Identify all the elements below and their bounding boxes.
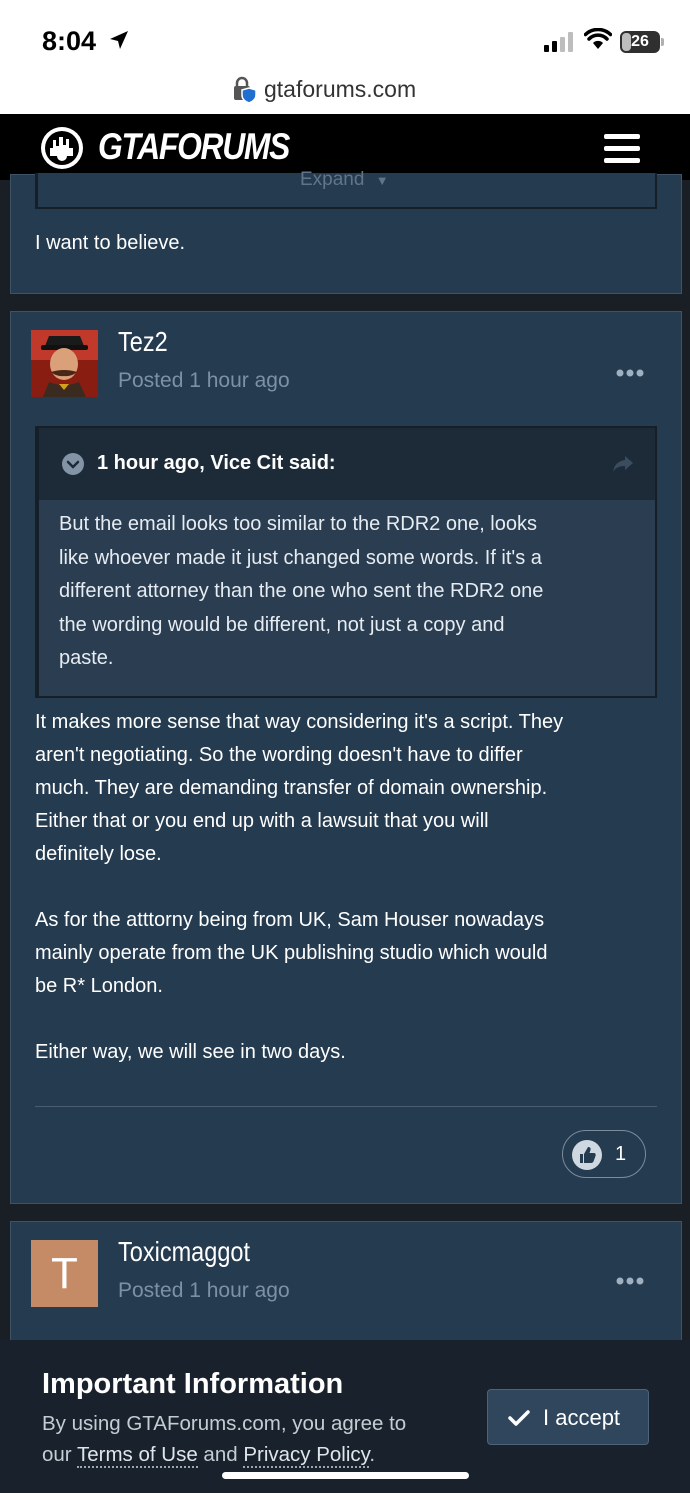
post-username[interactable]: Tez2 <box>118 326 168 358</box>
wifi-icon <box>584 28 612 49</box>
post-date[interactable]: Posted 1 hour ago <box>118 1279 290 1303</box>
cookie-text-line: our Terms of Use and Privacy Policy. <box>42 1439 406 1470</box>
location-arrow-icon <box>110 31 128 49</box>
reaction-count: 1 <box>615 1143 627 1165</box>
cookie-text-prefix: our <box>42 1443 77 1466</box>
post-line: be R* London. <box>35 975 163 997</box>
cookie-text-and: and <box>197 1443 244 1466</box>
quote-line: different attorney than the one who sent… <box>59 580 544 602</box>
quote-line: the wording would be different, not just… <box>59 613 505 636</box>
reaction-button[interactable]: 1 <box>562 1130 646 1178</box>
status-bar: 8:04 26 <box>0 0 690 68</box>
avatar[interactable] <box>31 330 98 397</box>
thumbs-up-icon <box>572 1140 602 1170</box>
cookie-banner: Important Information By using GTAForums… <box>0 1340 690 1493</box>
post-line: mainly operate from the UK publishing st… <box>35 942 548 964</box>
expand-label: Expand <box>300 169 365 190</box>
post-line: definitely lose. <box>35 843 162 865</box>
quote-header: 1 hour ago, Vice Cit said: <box>39 428 655 500</box>
chevron-down-circle-icon[interactable] <box>61 452 85 476</box>
cookie-banner-text: By using GTAForums.com, you agree to our… <box>42 1408 406 1470</box>
quote-collapsed-box: Expand ▼ <box>35 169 657 209</box>
quote-line: paste. <box>59 647 114 669</box>
caret-down-icon: ▼ <box>375 173 389 188</box>
post-body: I want to believe. <box>35 227 185 260</box>
url-text: gtaforums.com <box>264 76 417 102</box>
gtaforums-logo-icon[interactable] <box>38 126 86 170</box>
post-date[interactable]: Posted 1 hour ago <box>118 369 290 393</box>
quote-box: 1 hour ago, Vice Cit said: But the email… <box>35 426 657 698</box>
avatar-letter: T <box>51 1249 78 1298</box>
post-line: Either way, we will see in two days. <box>35 1041 346 1063</box>
post-line: aren't negotiating. So the wording doesn… <box>35 744 523 766</box>
checkmark-icon <box>508 1410 530 1426</box>
more-options-icon[interactable] <box>616 368 644 378</box>
status-time: 8:04 <box>42 26 97 56</box>
quote-citation[interactable]: 1 hour ago, Vice Cit said: <box>97 452 336 475</box>
cellular-signal-icon <box>544 32 573 52</box>
lock-shield-icon <box>234 76 257 104</box>
quote-line: But the email looks too similar to the R… <box>59 513 537 535</box>
quote-line: like whoever made it just changed some w… <box>59 546 542 569</box>
cookie-text-line: By using GTAForums.com, you agree to <box>42 1412 407 1435</box>
post-line: It makes more sense that way considering… <box>35 711 564 733</box>
post-body: It makes more sense that way considering… <box>35 706 660 1069</box>
post-line: As for the atttorny being from UK, Sam H… <box>35 909 545 931</box>
post-line: much. They are demanding transfer of dom… <box>35 777 548 799</box>
quote-text: But the email looks too similar to the R… <box>59 508 639 676</box>
accept-button-label: I accept <box>543 1405 621 1430</box>
post-line: Either that or you end up with a lawsuit… <box>35 810 489 832</box>
url-bar[interactable]: gtaforums.com <box>0 68 690 114</box>
privacy-policy-link[interactable]: Privacy Policy <box>243 1443 370 1468</box>
battery-level: 26 <box>631 33 649 50</box>
cookie-banner-title: Important Information <box>42 1368 344 1400</box>
hamburger-menu-icon[interactable] <box>604 134 640 164</box>
previous-post-card: Expand ▼ I want to believe. <box>10 169 682 294</box>
expand-button[interactable]: Expand ▼ <box>300 169 389 191</box>
cookie-text-suffix: . <box>369 1443 376 1466</box>
battery-icon: 26 <box>620 31 664 53</box>
avatar[interactable]: T <box>31 1240 98 1307</box>
share-arrow-icon[interactable] <box>611 454 635 474</box>
post-username[interactable]: Toxicmaggot <box>118 1236 250 1268</box>
accept-button[interactable]: I accept <box>487 1389 649 1445</box>
terms-of-use-link[interactable]: Terms of Use <box>76 1443 198 1468</box>
more-options-icon[interactable] <box>616 1276 644 1286</box>
post-divider <box>35 1106 657 1107</box>
site-logo-text[interactable]: GTAFORUMS <box>98 126 290 168</box>
home-indicator <box>222 1472 469 1479</box>
post-line: I want to believe. <box>35 232 186 254</box>
post-card: Tez2 Posted 1 hour ago 1 hour ago, Vice … <box>10 311 682 1204</box>
